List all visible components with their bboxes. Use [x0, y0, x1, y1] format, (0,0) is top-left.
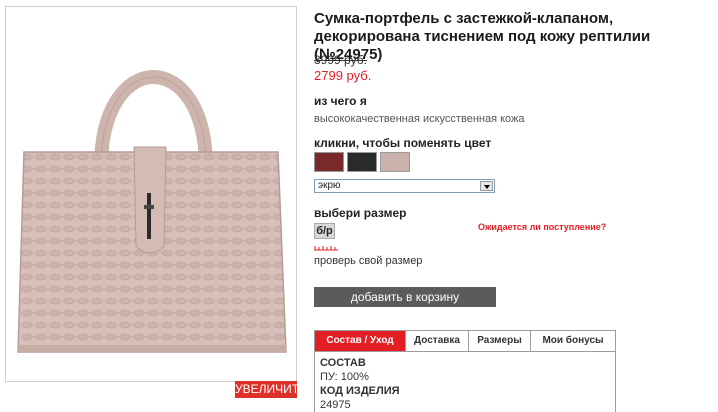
handbag-image: [17, 70, 287, 353]
add-to-cart-button[interactable]: добавить в корзину: [314, 287, 496, 307]
tab-content: СОСТАВ ПУ: 100% КОД ИЗДЕЛИЯ 24975: [314, 352, 616, 412]
color-select[interactable]: экрю: [314, 179, 495, 193]
composition-value: ПУ: 100%: [320, 371, 369, 383]
color-label: кликни, чтобы поменять цвет: [314, 136, 492, 150]
item-code-value: 24975: [320, 399, 351, 411]
color-select-value: экрю: [318, 180, 341, 191]
check-size-link[interactable]: проверь свой размер: [314, 255, 422, 267]
color-swatch-ecru[interactable]: [380, 152, 410, 172]
material-value: высококачественная искусственная кожа: [314, 113, 525, 125]
tab-my-bonuses[interactable]: Мои бонусы: [531, 331, 615, 351]
ruler-icon: [314, 246, 338, 251]
chevron-down-icon[interactable]: [480, 181, 493, 191]
current-price: 2799 руб.: [314, 68, 372, 83]
tab-delivery[interactable]: Доставка: [406, 331, 469, 351]
material-label: из чего я: [314, 94, 367, 108]
size-label: выбери размер: [314, 206, 407, 220]
color-swatch-bordeaux[interactable]: [314, 152, 344, 172]
color-swatch-black[interactable]: [347, 152, 377, 172]
product-image-frame[interactable]: [5, 6, 297, 382]
zoom-button[interactable]: УВЕЛИЧИТЬ: [235, 381, 307, 398]
item-code-heading: КОД ИЗДЕЛИЯ: [320, 385, 400, 397]
size-option[interactable]: б/р: [314, 223, 335, 239]
composition-heading: СОСТАВ: [320, 357, 366, 369]
info-tabs: Состав / Уход Доставка Размеры Мои бонус…: [314, 330, 616, 352]
availability-link[interactable]: Ожидается ли поступление?: [478, 222, 606, 232]
old-price: 3999 руб.: [314, 53, 367, 67]
tab-composition-care[interactable]: Состав / Уход: [315, 331, 406, 351]
tab-sizes[interactable]: Размеры: [469, 331, 531, 351]
product-title: Сумка-портфель с застежкой-клапаном, дек…: [314, 10, 651, 63]
